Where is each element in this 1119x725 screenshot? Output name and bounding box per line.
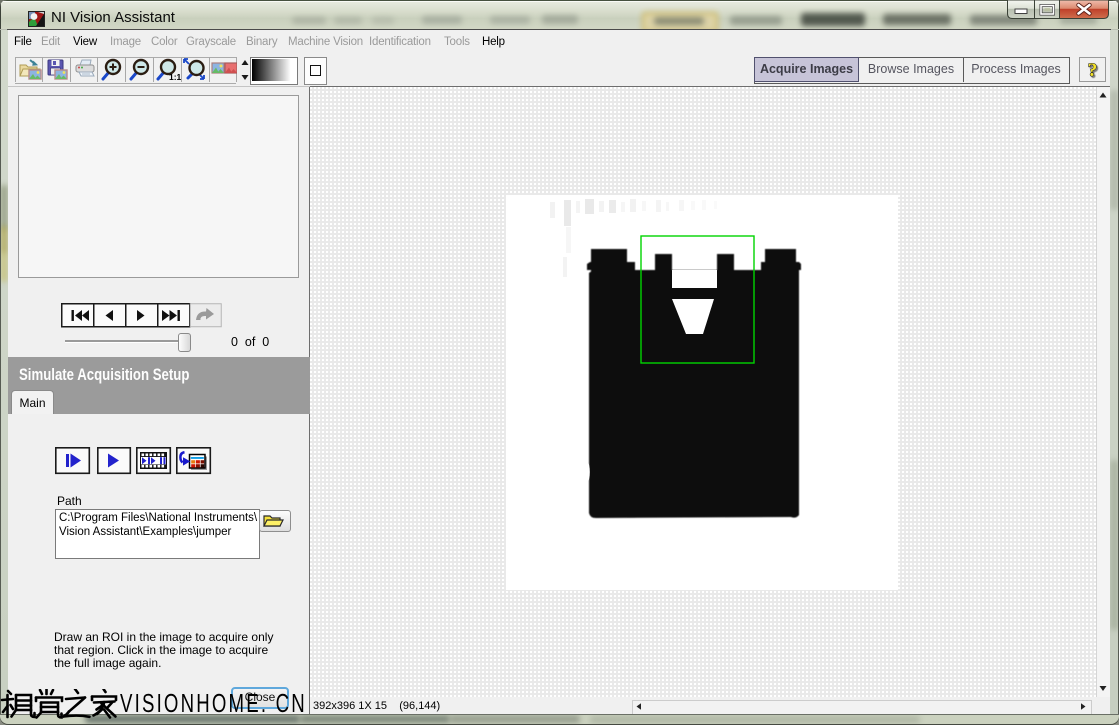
svg-text:?: ? [1088,60,1098,81]
svg-text:1:1: 1:1 [169,72,182,82]
